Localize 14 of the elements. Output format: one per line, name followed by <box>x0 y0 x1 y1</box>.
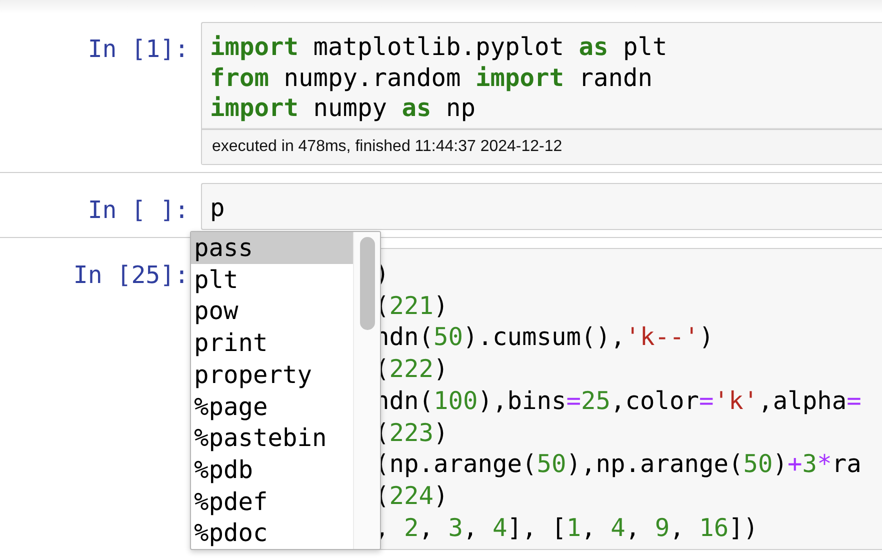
code-cell-input[interactable]: import matplotlib.pyplot as plt from numpy.random import randn import numpy as np executed in 478ms, finished 11:44:37 2024-12-12 <box>201 22 882 164</box>
code-line: import numpy as np <box>210 93 476 124</box>
cell-prompt: In [ ]: <box>86 194 190 226</box>
code-line: from numpy.random import randn <box>210 62 653 93</box>
cell-prompt: In [25]: <box>72 260 190 291</box>
scrollbar[interactable] <box>353 232 380 549</box>
execution-info: executed in 478ms, finished 11:44:37 2024-12-12 <box>202 128 882 164</box>
completion-item[interactable]: pass <box>191 232 353 264</box>
code-line: import matplotlib.pyplot as plt <box>210 32 668 62</box>
scrollbar-thumb[interactable] <box>360 237 375 330</box>
code-line: (np.arange(50),np.arange(50)+3*ra <box>374 448 862 480</box>
code-cell-input[interactable]: p <box>201 182 882 230</box>
code-line: p <box>210 192 225 223</box>
cell-prompt: In [1]: <box>86 34 190 65</box>
